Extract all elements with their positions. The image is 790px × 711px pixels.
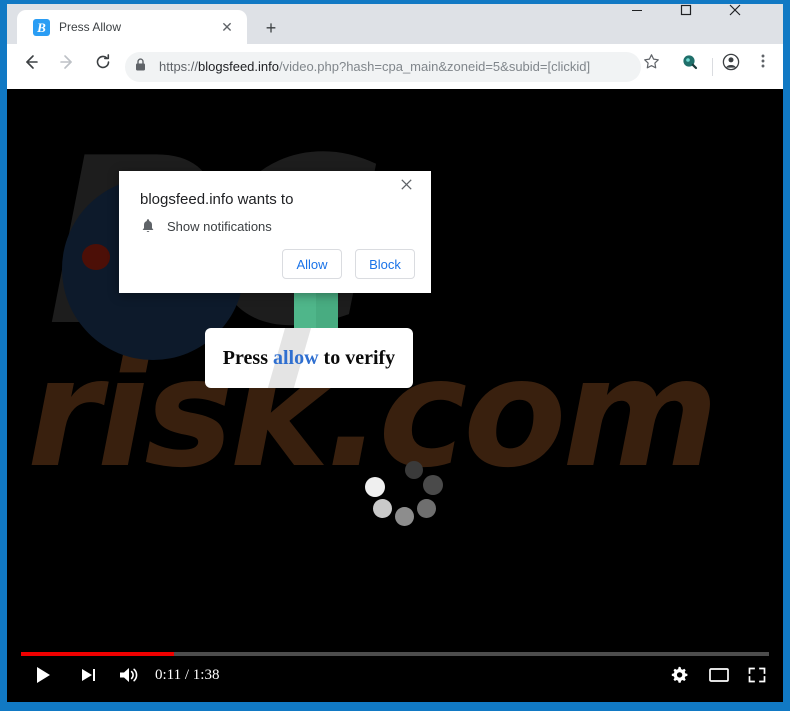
- volume-icon: [120, 668, 138, 682]
- tab-title: Press Allow: [59, 20, 122, 34]
- notification-permission-dialog: blogsfeed.info wants to Show notificatio…: [119, 171, 431, 293]
- miniplayer-button[interactable]: [705, 661, 733, 689]
- lock-icon: [135, 58, 153, 76]
- new-tab-button[interactable]: +: [259, 16, 283, 40]
- arrow-left-icon: [26, 55, 38, 69]
- allow-button[interactable]: Allow: [282, 249, 342, 279]
- time-display: 0:11 / 1:38: [155, 666, 220, 683]
- bell-icon: [141, 218, 159, 236]
- window-minimize-button[interactable]: [631, 4, 677, 36]
- extension-icon[interactable]: [681, 53, 709, 81]
- banner-text-after: to verify: [318, 346, 396, 369]
- next-track-icon: [82, 669, 95, 681]
- title-bar: B Press Allow ✕ +: [7, 4, 783, 44]
- dialog-title: blogsfeed.info wants to: [140, 191, 294, 208]
- press-allow-banner: Press allow to verify: [205, 328, 413, 388]
- progress-bar[interactable]: [21, 652, 769, 656]
- browser-tab[interactable]: B Press Allow ✕: [17, 10, 247, 44]
- reload-button[interactable]: [94, 53, 122, 81]
- volume-button[interactable]: [115, 661, 143, 689]
- maximize-icon: [680, 4, 692, 16]
- browser-window: B Press Allow ✕ + https://blogsfeed.info…: [0, 0, 790, 711]
- spinner-dot: [405, 461, 423, 479]
- gear-icon: [671, 666, 688, 683]
- next-button[interactable]: [75, 661, 103, 689]
- planet-crater: [82, 244, 110, 270]
- fullscreen-button[interactable]: [743, 661, 771, 689]
- settings-button[interactable]: [665, 661, 693, 689]
- banner-text-before: Press: [222, 346, 273, 369]
- url-host: blogsfeed.info: [198, 59, 279, 74]
- address-bar[interactable]: https://blogsfeed.info/video.php?hash=cp…: [125, 52, 641, 82]
- miniplayer-icon: [709, 668, 729, 682]
- block-button[interactable]: Block: [355, 249, 415, 279]
- more-menu-icon[interactable]: [755, 53, 783, 81]
- dialog-close-icon[interactable]: [401, 179, 421, 199]
- minimize-icon: [632, 10, 642, 11]
- video-controls-bar: 0:11 / 1:38: [7, 647, 783, 702]
- permission-label: Show notifications: [167, 219, 272, 234]
- forward-button[interactable]: [58, 53, 86, 81]
- spinner-dot: [373, 499, 392, 518]
- banner-text: Press allow to verify: [223, 347, 395, 370]
- browser-toolbar: https://blogsfeed.info/video.php?hash=cp…: [7, 44, 783, 89]
- play-button[interactable]: [29, 661, 57, 689]
- window-close-button[interactable]: [729, 4, 775, 36]
- spinner-dot: [395, 507, 414, 526]
- close-icon[interactable]: ✕: [219, 19, 235, 35]
- progress-bar-fill: [21, 652, 174, 656]
- profile-icon[interactable]: [722, 53, 750, 81]
- url-scheme: https://: [159, 59, 199, 74]
- loading-spinner: [365, 461, 445, 529]
- back-button[interactable]: [22, 53, 50, 81]
- window-maximize-button[interactable]: [680, 4, 726, 36]
- toolbar-divider: [712, 58, 713, 76]
- banner-highlight: allow: [272, 346, 319, 369]
- fullscreen-icon: [748, 667, 766, 683]
- favicon-icon: B: [33, 19, 50, 36]
- spinner-dot: [423, 475, 443, 495]
- play-icon: [37, 667, 50, 683]
- close-icon: [729, 4, 741, 16]
- bookmark-star-icon[interactable]: [643, 53, 671, 81]
- reload-icon: [96, 54, 110, 69]
- spinner-dot: [417, 499, 436, 518]
- page-viewport: PC risk.com Press allow to verify: [7, 89, 783, 702]
- arrow-right-icon: [60, 55, 72, 69]
- url-path: /video.php?hash=cpa_main&zoneid=5&subid=…: [278, 59, 591, 74]
- spinner-dot: [365, 477, 385, 497]
- url-text: https://blogsfeed.info/video.php?hash=cp…: [159, 52, 590, 82]
